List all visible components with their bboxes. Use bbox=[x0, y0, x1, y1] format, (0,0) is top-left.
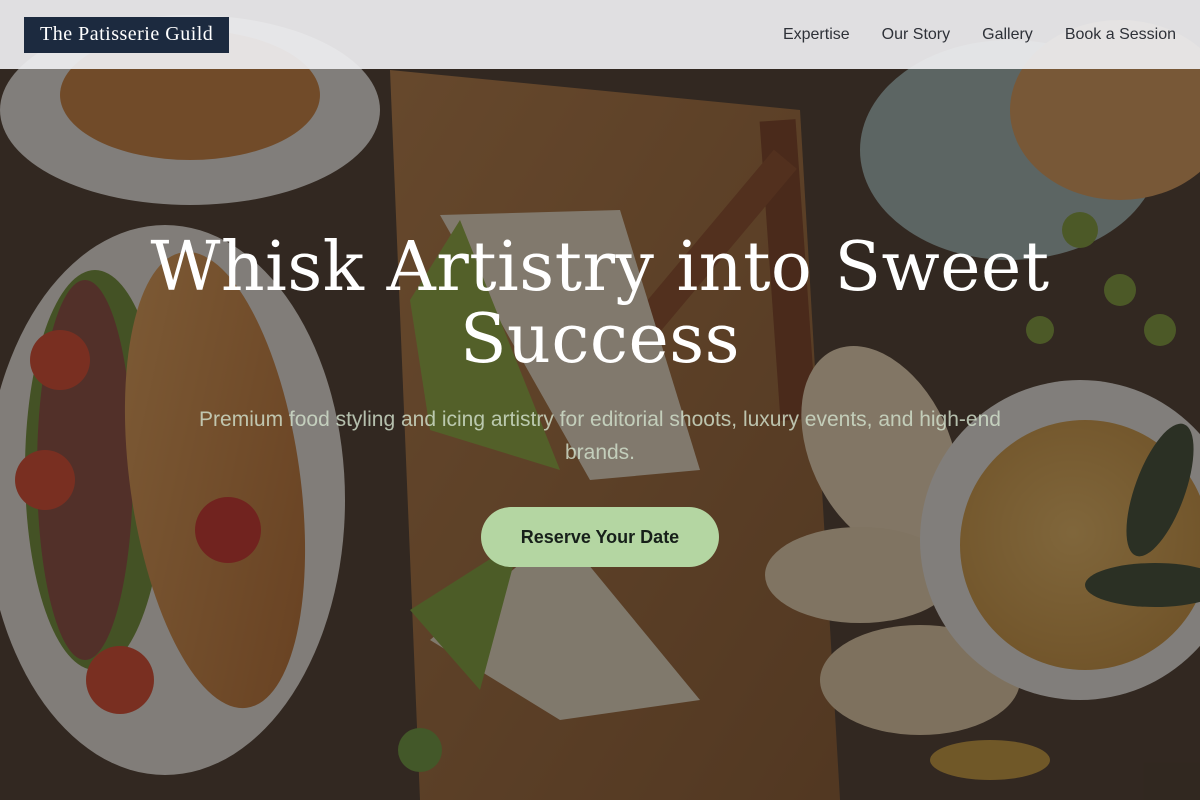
main-nav: Expertise Our Story Gallery Book a Sessi… bbox=[783, 26, 1176, 44]
hero-section: Whisk Artistry into Sweet Success Premiu… bbox=[0, 0, 1200, 800]
nav-item-book-session: Book a Session bbox=[1065, 26, 1176, 44]
hero-title: Whisk Artistry into Sweet Success bbox=[150, 228, 1050, 379]
hero-subtitle: Premium food styling and icing artistry … bbox=[199, 408, 1001, 464]
brand-logo[interactable]: The Patisserie Guild bbox=[24, 16, 230, 53]
hero-content: Whisk Artistry into Sweet Success Premiu… bbox=[0, 232, 1200, 567]
nav-link-gallery[interactable]: Gallery bbox=[982, 26, 1033, 43]
nav-link-expertise[interactable]: Expertise bbox=[783, 26, 850, 43]
top-navigation-bar: The Patisserie Guild Expertise Our Story… bbox=[0, 0, 1200, 69]
nav-item-gallery: Gallery bbox=[982, 26, 1033, 44]
nav-item-our-story: Our Story bbox=[882, 26, 950, 44]
nav-link-our-story[interactable]: Our Story bbox=[882, 26, 950, 43]
nav-link-book-session[interactable]: Book a Session bbox=[1065, 26, 1176, 43]
nav-item-expertise: Expertise bbox=[783, 26, 850, 44]
reserve-date-button[interactable]: Reserve Your Date bbox=[480, 507, 720, 567]
